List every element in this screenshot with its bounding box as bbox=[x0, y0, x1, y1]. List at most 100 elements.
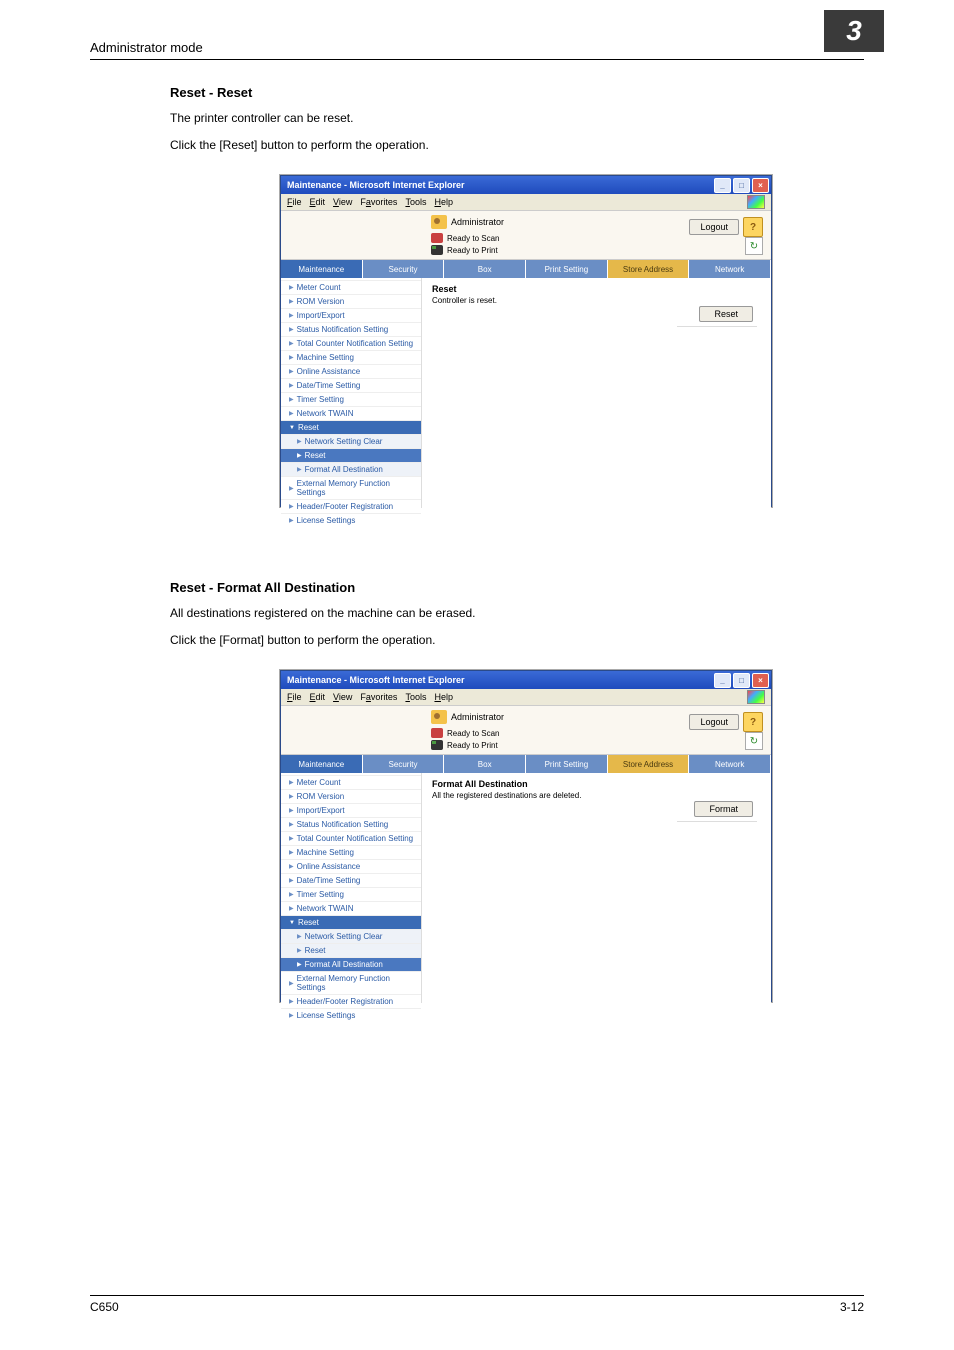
refresh-icon[interactable]: ↻ bbox=[745, 237, 763, 255]
sidebar-item-datetime-setting[interactable]: Date/Time Setting bbox=[281, 873, 421, 887]
printer-icon bbox=[431, 245, 443, 255]
page-header-title: Administrator mode bbox=[90, 40, 203, 55]
tab-box[interactable]: Box bbox=[444, 260, 526, 278]
sidebar-item-total-counter-notification[interactable]: Total Counter Notification Setting bbox=[281, 336, 421, 350]
sidebar-item-reset-sub[interactable]: Reset bbox=[281, 943, 421, 957]
sidebar-item-external-memory[interactable]: External Memory Function Settings bbox=[281, 971, 421, 994]
ready-scan-label: Ready to Scan bbox=[447, 729, 499, 738]
sidebar-item-machine-setting[interactable]: Machine Setting bbox=[281, 350, 421, 364]
panel-title: Reset bbox=[432, 284, 761, 294]
sidebar-item-import-export[interactable]: Import/Export bbox=[281, 308, 421, 322]
sidebar-item-reset[interactable]: Reset bbox=[281, 420, 421, 434]
ready-print-label: Ready to Print bbox=[447, 741, 498, 750]
sidebar-item-status-notification[interactable]: Status Notification Setting bbox=[281, 322, 421, 336]
menu-file[interactable]: File bbox=[287, 197, 302, 207]
sidebar-item-network-twain[interactable]: Network TWAIN bbox=[281, 406, 421, 420]
minimize-icon[interactable]: _ bbox=[714, 673, 731, 688]
menu-edit[interactable]: Edit bbox=[310, 197, 326, 207]
sidebar-item-online-assistance[interactable]: Online Assistance bbox=[281, 364, 421, 378]
menu-favorites[interactable]: Favorites bbox=[360, 197, 397, 207]
section1-line1: The printer controller can be reset. bbox=[170, 110, 864, 127]
tab-print-setting[interactable]: Print Setting bbox=[526, 260, 608, 278]
tab-store-address[interactable]: Store Address bbox=[608, 755, 690, 773]
menu-edit[interactable]: Edit bbox=[310, 692, 326, 702]
sidebar-item-rom-version[interactable]: ROM Version bbox=[281, 294, 421, 308]
sidebar-item-meter-count[interactable]: Meter Count bbox=[281, 280, 421, 294]
close-icon[interactable]: × bbox=[752, 673, 769, 688]
sidebar-item-timer-setting[interactable]: Timer Setting bbox=[281, 392, 421, 406]
sidebar-item-format-all-destination[interactable]: Format All Destination bbox=[281, 957, 421, 971]
menu-file[interactable]: File bbox=[287, 692, 302, 702]
help-icon[interactable]: ? bbox=[743, 712, 763, 732]
scanner-icon bbox=[431, 728, 443, 738]
sidebar-item-meter-count[interactable]: Meter Count bbox=[281, 775, 421, 789]
panel-text: Controller is reset. bbox=[432, 296, 761, 305]
menu-tools[interactable]: Tools bbox=[405, 692, 426, 702]
sidebar-item-status-notification[interactable]: Status Notification Setting bbox=[281, 817, 421, 831]
minimize-icon[interactable]: _ bbox=[714, 178, 731, 193]
sidebar-item-license-settings[interactable]: License Settings bbox=[281, 513, 421, 527]
sidebar-item-license-settings[interactable]: License Settings bbox=[281, 1008, 421, 1022]
menu-help[interactable]: Help bbox=[434, 197, 453, 207]
sidebar-item-external-memory[interactable]: External Memory Function Settings bbox=[281, 476, 421, 499]
menu-view[interactable]: View bbox=[333, 692, 352, 702]
close-icon[interactable]: × bbox=[752, 178, 769, 193]
printer-icon bbox=[431, 740, 443, 750]
tab-network[interactable]: Network bbox=[689, 755, 771, 773]
section2-line1: All destinations registered on the machi… bbox=[170, 605, 864, 622]
reset-button[interactable]: Reset bbox=[699, 306, 753, 322]
logout-button[interactable]: Logout bbox=[689, 714, 739, 730]
section1-heading: Reset - Reset bbox=[170, 85, 864, 100]
sidebar-item-online-assistance[interactable]: Online Assistance bbox=[281, 859, 421, 873]
maximize-icon[interactable]: □ bbox=[733, 673, 750, 688]
tab-network[interactable]: Network bbox=[689, 260, 771, 278]
sidebar-item-header-footer[interactable]: Header/Footer Registration bbox=[281, 499, 421, 513]
administrator-label: Administrator bbox=[451, 217, 504, 227]
footer-model: C650 bbox=[90, 1300, 119, 1314]
sidebar-item-rom-version[interactable]: ROM Version bbox=[281, 789, 421, 803]
window-title: Maintenance - Microsoft Internet Explore… bbox=[287, 675, 465, 685]
menu-help[interactable]: Help bbox=[434, 692, 453, 702]
divider bbox=[677, 326, 757, 327]
tab-maintenance[interactable]: Maintenance bbox=[281, 755, 363, 773]
administrator-icon bbox=[431, 215, 447, 229]
menu-favorites[interactable]: Favorites bbox=[360, 692, 397, 702]
window-title: Maintenance - Microsoft Internet Explore… bbox=[287, 180, 465, 190]
administrator-icon bbox=[431, 710, 447, 724]
ready-print-label: Ready to Print bbox=[447, 246, 498, 255]
divider bbox=[677, 821, 757, 822]
section2-heading: Reset - Format All Destination bbox=[170, 580, 864, 595]
menu-tools[interactable]: Tools bbox=[405, 197, 426, 207]
logout-button[interactable]: Logout bbox=[689, 219, 739, 235]
tab-store-address[interactable]: Store Address bbox=[608, 260, 690, 278]
tab-maintenance[interactable]: Maintenance bbox=[281, 260, 363, 278]
format-button[interactable]: Format bbox=[694, 801, 753, 817]
menu-view[interactable]: View bbox=[333, 197, 352, 207]
panel-title: Format All Destination bbox=[432, 779, 761, 789]
tab-box[interactable]: Box bbox=[444, 755, 526, 773]
sidebar-item-machine-setting[interactable]: Machine Setting bbox=[281, 845, 421, 859]
tab-security[interactable]: Security bbox=[363, 755, 445, 773]
sidebar-item-import-export[interactable]: Import/Export bbox=[281, 803, 421, 817]
refresh-icon[interactable]: ↻ bbox=[745, 732, 763, 750]
section1-line2: Click the [Reset] button to perform the … bbox=[170, 137, 864, 154]
maximize-icon[interactable]: □ bbox=[733, 178, 750, 193]
sidebar-item-network-twain[interactable]: Network TWAIN bbox=[281, 901, 421, 915]
tab-security[interactable]: Security bbox=[363, 260, 445, 278]
sidebar-item-header-footer[interactable]: Header/Footer Registration bbox=[281, 994, 421, 1008]
sidebar-item-reset-sub[interactable]: Reset bbox=[281, 448, 421, 462]
panel-text: All the registered destinations are dele… bbox=[432, 791, 761, 800]
administrator-label: Administrator bbox=[451, 712, 504, 722]
sidebar-item-reset[interactable]: Reset bbox=[281, 915, 421, 929]
tab-print-setting[interactable]: Print Setting bbox=[526, 755, 608, 773]
section2-line2: Click the [Format] button to perform the… bbox=[170, 632, 864, 649]
sidebar: Meter Count ROM Version Import/Export St… bbox=[281, 278, 422, 508]
sidebar-item-total-counter-notification[interactable]: Total Counter Notification Setting bbox=[281, 831, 421, 845]
help-icon[interactable]: ? bbox=[743, 217, 763, 237]
sidebar-item-network-setting-clear[interactable]: Network Setting Clear bbox=[281, 434, 421, 448]
sidebar-item-network-setting-clear[interactable]: Network Setting Clear bbox=[281, 929, 421, 943]
sidebar-item-format-all-destination[interactable]: Format All Destination bbox=[281, 462, 421, 476]
sidebar-item-datetime-setting[interactable]: Date/Time Setting bbox=[281, 378, 421, 392]
ready-scan-label: Ready to Scan bbox=[447, 234, 499, 243]
sidebar-item-timer-setting[interactable]: Timer Setting bbox=[281, 887, 421, 901]
